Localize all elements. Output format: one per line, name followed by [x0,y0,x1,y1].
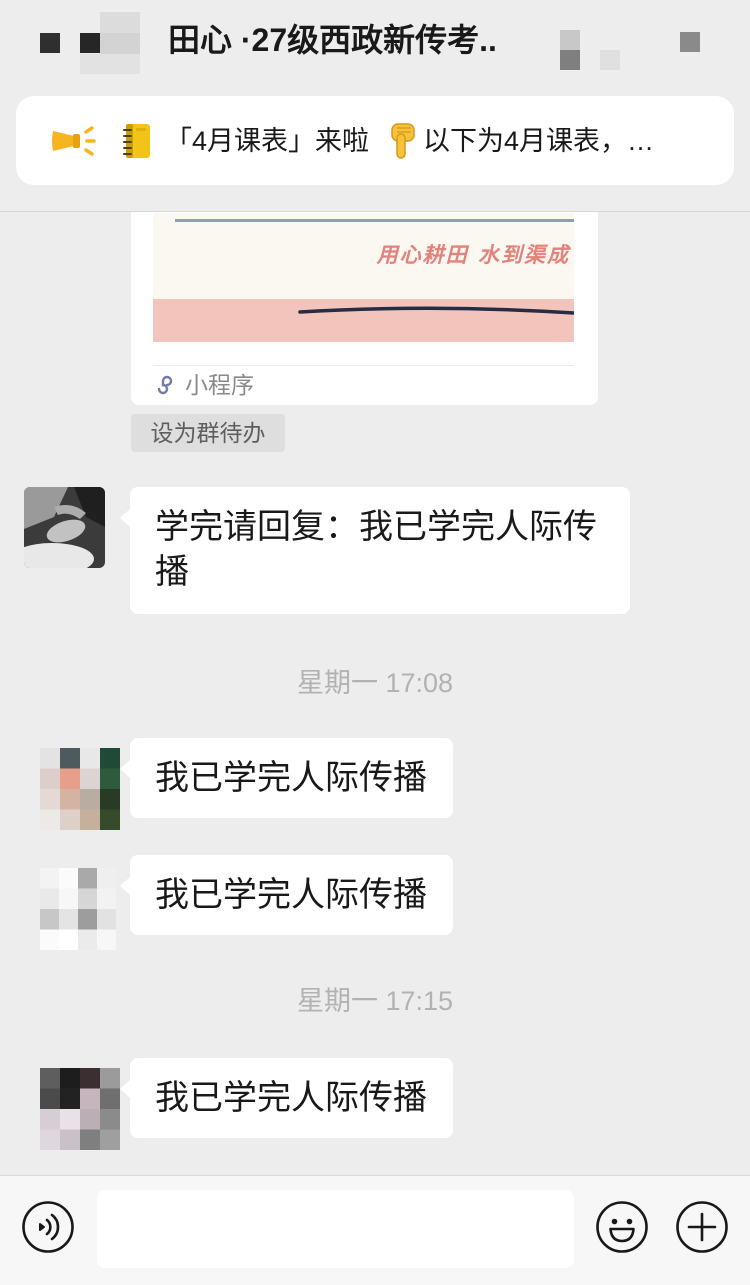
message-input[interactable] [97,1190,574,1268]
chat-screen: 田心 ·27级西政新传考.. 「4月课表」来啦 以下为4月课表，… 用心耕田 水… [0,0,750,1285]
plus-icon[interactable] [676,1201,728,1253]
sender-avatar[interactable] [24,487,105,568]
message-bubble[interactable]: 我已学完人际传播 [120,855,453,935]
message-text: 我已学完人际传播 [155,876,427,914]
pixelated-avatar[interactable] [40,1068,120,1150]
more-button[interactable] [556,24,706,74]
thumbnail-graphic [153,219,574,342]
message-text: 我已学完人际传播 [155,1079,427,1117]
announcement-preview: 以下为4月课表，… [423,125,655,156]
chat-header: 田心 ·27级西政新传考.. [0,0,750,92]
megaphone-icon [52,125,96,156]
message-text: 学完请回复：我已学完人际传播 [155,508,597,591]
mini-program-thumbnail: 用心耕田 水到渠成 [153,213,574,342]
group-announcement-bar[interactable]: 「4月课表」来啦 以下为4月课表，… [16,96,734,185]
pixelated-avatar[interactable] [40,868,116,950]
message-text: 我已学完人际传播 [155,759,427,797]
notebook-icon [123,123,150,158]
message-bubble[interactable]: 我已学完人际传播 [120,738,453,818]
voice-icon[interactable] [22,1201,74,1253]
timestamp: 星期一 17:15 [296,986,454,1016]
timestamp: 星期一 17:08 [296,668,454,698]
message-bubble[interactable]: 我已学完人际传播 [120,1058,453,1138]
mini-program-icon [157,375,173,395]
mini-program-source: 小程序 [153,370,254,400]
set-group-todo-button[interactable]: 设为群待办 [131,414,285,452]
card-separator [153,365,574,366]
input-bar [0,1175,750,1285]
chat-title: 田心 ·27级西政新传考.. [168,22,497,58]
pixelated-avatar[interactable] [40,748,120,830]
message-bubble[interactable]: 学完请回复：我已学完人际传播 [120,487,630,614]
back-button[interactable] [36,8,146,76]
hand-pointing-down-icon [391,122,415,159]
announcement-title: 「4月课表」来啦 [165,125,370,156]
emoji-icon[interactable] [596,1201,648,1253]
thumbnail-caption: 用心耕田 水到渠成 [376,242,570,267]
mini-program-card[interactable]: 用心耕田 水到渠成 小程序 [131,212,598,405]
mini-program-label: 小程序 [185,372,254,398]
